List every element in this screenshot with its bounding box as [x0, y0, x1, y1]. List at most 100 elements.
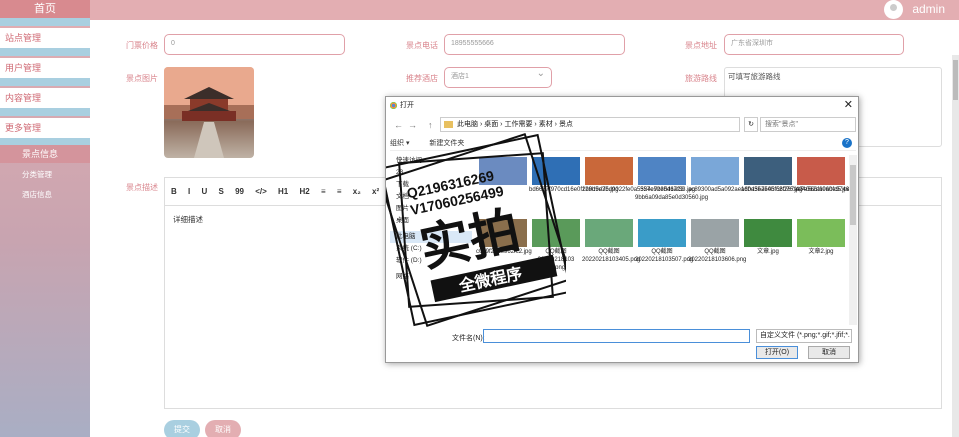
crumb-desktop[interactable]: 桌面 — [484, 121, 498, 128]
file-name: 128d9d3bd9022fe0a5324e7bedd1af33.jpg — [582, 187, 696, 193]
italic-button[interactable]: I — [188, 187, 190, 196]
sub-category[interactable]: 分类管理 — [22, 169, 52, 180]
file-thumbnail — [479, 219, 527, 247]
price-input[interactable]: 0 — [164, 34, 345, 55]
back-icon[interactable]: ← — [394, 120, 403, 130]
tree-docs[interactable]: 文档 — [390, 191, 472, 203]
up-icon[interactable]: ↑ — [428, 120, 433, 130]
tree-c[interactable]: 系统 (C:) — [390, 243, 472, 255]
dialog-scrollbar[interactable] — [849, 155, 857, 325]
superscript-button[interactable]: x² — [372, 187, 379, 196]
forward-icon[interactable]: → — [408, 120, 417, 130]
file-thumbnail — [691, 219, 739, 247]
hotel-select[interactable]: 酒店1 — [444, 65, 552, 88]
divider — [0, 78, 90, 86]
crumb-work[interactable]: 工作需要 — [504, 121, 532, 128]
sidebar: 首页 站点管理 用户管理 内容管理 更多管理 景点信息 分类管理 酒店信息 — [0, 0, 90, 437]
tree-downloads[interactable]: 下载 — [390, 179, 472, 191]
close-icon[interactable]: ✕ — [844, 97, 853, 114]
file-item[interactable]: 文章2.jpg — [794, 219, 848, 256]
open-button[interactable]: 打开(O) — [756, 346, 798, 359]
address-input[interactable]: 广东省深圳市 — [724, 34, 904, 55]
file-item[interactable]: QQ截图20220218103606.png — [688, 219, 747, 264]
h1-button[interactable]: H1 — [278, 187, 288, 196]
menu-user[interactable]: 用户管理 — [0, 58, 90, 78]
file-item[interactable]: ae7e566fa0a0e97465e4c6d072374a87.jpg — [794, 157, 852, 194]
username[interactable]: admin — [912, 2, 945, 16]
file-name: 557e923546723 9bb6a09da85e0d30560.jpg — [635, 187, 709, 201]
file-item[interactable]: 557e923546723 9bb6a09da85e0d30560.jpg — [635, 157, 709, 202]
tree-23[interactable]: 23 — [390, 167, 472, 179]
help-icon[interactable]: ? — [842, 138, 852, 148]
file-thumbnail — [479, 157, 527, 185]
menu-site[interactable]: 站点管理 — [0, 28, 90, 48]
file-name: adbd35ae4bfc2f267f424062a696bfc5.jpeg — [741, 187, 852, 193]
tree-network[interactable]: 网络 — [390, 271, 472, 283]
address-bar[interactable]: 此电脑 › 桌面 › 工作需要 › 素材 › 景点 — [440, 117, 740, 132]
filetype-select[interactable]: 自定义文件 (*.png;*.gif;*.jfif;*. — [756, 329, 852, 343]
file-item[interactable]: c059f268e962fc2.jpg — [476, 219, 532, 256]
quote-button[interactable]: 99 — [235, 187, 244, 196]
subscript-button[interactable]: x₂ — [353, 187, 361, 196]
refresh-icon[interactable]: ↻ — [744, 117, 758, 132]
file-item[interactable]: QQ截图20220218103507.png — [635, 219, 693, 264]
code-button[interactable]: </> — [255, 187, 267, 196]
price-label: 门票价格 — [126, 41, 158, 50]
file-item[interactable]: ac89300ad5a092ae160a5e7505f56076.jpg — [688, 157, 802, 194]
tree-d[interactable]: 软件 (D:) — [390, 255, 472, 267]
file-item[interactable] — [476, 157, 530, 186]
tree-quick[interactable]: 快速访问 — [390, 155, 472, 167]
file-thumbnail — [797, 157, 845, 185]
ordered-list-button[interactable]: ≡ — [321, 187, 326, 196]
file-item[interactable]: QQ截图20220218103405.png — [582, 219, 640, 264]
new-folder-button[interactable]: 新建文件夹 — [429, 140, 464, 147]
bullet-list-button[interactable]: ≡ — [337, 187, 342, 196]
folder-icon — [444, 121, 453, 128]
dialog-titlebar: 打开 ✕ — [386, 97, 858, 114]
crumb-pc[interactable]: 此电脑 — [457, 121, 478, 128]
underline-button[interactable]: U — [201, 187, 207, 196]
file-thumbnail — [744, 157, 792, 185]
h2-button[interactable]: H2 — [300, 187, 310, 196]
crumb-scenic[interactable]: 景点 — [559, 121, 573, 128]
strike-button[interactable]: S — [219, 187, 224, 196]
sub-hotel[interactable]: 酒店信息 — [22, 189, 52, 200]
dialog-cancel-button[interactable]: 取消 — [808, 346, 850, 359]
tree-desktop[interactable]: 桌面 — [390, 215, 472, 227]
organize-button[interactable]: 组织 ▾ — [390, 140, 409, 147]
page-scrollbar[interactable] — [952, 55, 959, 437]
file-grid: bd6637f970cd16e0f2b9b5e75.jpg 128d9d3bd90… — [476, 155, 852, 323]
tree-this-pc[interactable]: 此电脑 — [390, 231, 472, 243]
file-name: QQ截图20220218103 49.png — [537, 249, 575, 271]
divider — [0, 108, 90, 116]
submit-button[interactable]: 提交 — [164, 420, 200, 437]
phone-input[interactable]: 18955555666 — [444, 34, 625, 55]
crumb-material[interactable]: 素材 — [539, 121, 553, 128]
file-item[interactable]: adbd35ae4bfc2f267f424062a696bfc5.jpeg — [741, 157, 852, 194]
menu-more[interactable]: 更多管理 — [0, 118, 90, 138]
file-open-dialog: 打开 ✕ ← → ↑ 此电脑 › 桌面 › 工作需要 › 素材 › 景点 ↻ 搜… — [385, 96, 859, 363]
file-item[interactable]: 文章.jpg — [741, 219, 795, 256]
bold-button[interactable]: B — [171, 187, 177, 196]
command-bar: 组织 ▾ 新建文件夹 ? — [390, 137, 856, 151]
cancel-button[interactable]: 取消 — [205, 420, 241, 437]
menu-content[interactable]: 内容管理 — [0, 88, 90, 108]
search-input[interactable]: 搜索"景点" — [760, 117, 856, 132]
home-link[interactable]: 首页 — [0, 0, 90, 20]
dialog-title: 打开 — [400, 102, 414, 109]
file-item[interactable]: QQ截图20220218103 49.png — [529, 219, 583, 272]
hotel-label: 推荐酒店 — [406, 74, 438, 83]
file-item[interactable]: bd6637f970cd16e0f2b9b5e75.jpg — [529, 157, 618, 194]
avatar[interactable] — [884, 0, 903, 19]
tree-pictures[interactable]: 图片 — [390, 203, 472, 215]
file-thumbnail — [638, 219, 686, 247]
sub-scenic-info[interactable]: 景点信息 — [0, 145, 90, 163]
file-name: c059f268e962fc2.jpg — [476, 249, 532, 255]
file-item[interactable]: 128d9d3bd9022fe0a5324e7bedd1af33.jpg — [582, 157, 696, 194]
top-header: admin — [90, 0, 959, 20]
scenic-image[interactable] — [164, 67, 254, 158]
filename-input[interactable] — [483, 329, 750, 343]
chrome-icon — [390, 102, 397, 109]
address-row: ← → ↑ 此电脑 › 桌面 › 工作需要 › 素材 › 景点 ↻ 搜索"景点" — [390, 117, 856, 133]
file-name: QQ截图20220218103606.png — [688, 249, 747, 263]
